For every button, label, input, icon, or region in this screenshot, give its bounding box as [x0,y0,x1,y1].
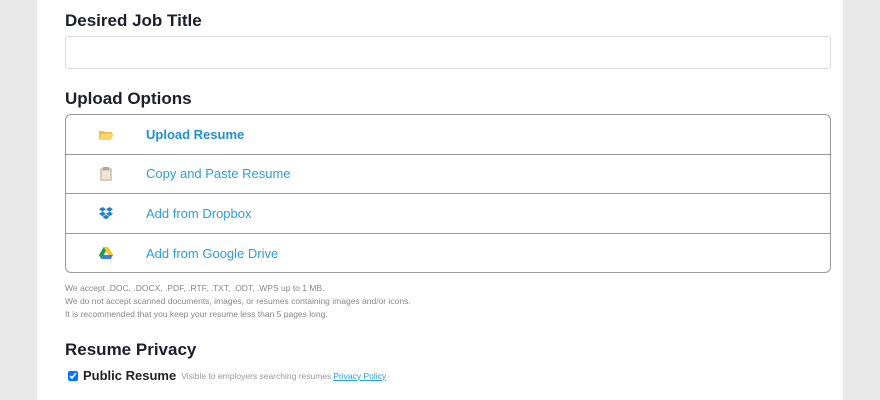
note: It is recommended that you keep your res… [65,309,328,319]
job-title-input[interactable] [65,36,831,69]
dropbox-icon [66,206,146,220]
dropbox-option[interactable]: Add from Dropbox [66,194,830,234]
public-resume-label: Public Resume [83,368,177,383]
clipboard-icon [66,166,146,181]
resume-privacy-heading: Resume Privacy [65,340,197,359]
option-label: Add from Dropbox [146,205,252,221]
privacy-policy-link[interactable]: Privacy Policy [333,371,386,381]
upload-resume-option[interactable]: Upload Resume [66,115,830,155]
option-label: Upload Resume [146,126,245,142]
google-drive-icon [66,247,146,260]
folder-icon [66,129,146,140]
note: We do not accept scanned documents, imag… [65,296,411,306]
job-title-heading: Desired Job Title [65,11,202,30]
copy-paste-option[interactable]: Copy and Paste Resume [66,155,830,194]
google-drive-option[interactable]: Add from Google Drive [66,234,830,273]
upload-options-list: Upload Resume Copy and Paste Resume Add … [65,114,831,273]
option-label: Copy and Paste Resume [146,166,291,182]
note: We accept .DOC, .DOCX, .PDF, .RTF, .TXT,… [65,283,325,293]
upload-notes: We accept .DOC, .DOCX, .PDF, .RTF, .TXT,… [65,282,411,321]
option-label: Add from Google Drive [146,245,279,261]
public-resume-hint: Visible to employers searching resumes [181,370,332,381]
public-resume-checkbox[interactable] [68,370,78,381]
upload-options-heading: Upload Options [65,89,192,108]
public-resume-row: Public Resume Visible to employers searc… [68,368,386,383]
